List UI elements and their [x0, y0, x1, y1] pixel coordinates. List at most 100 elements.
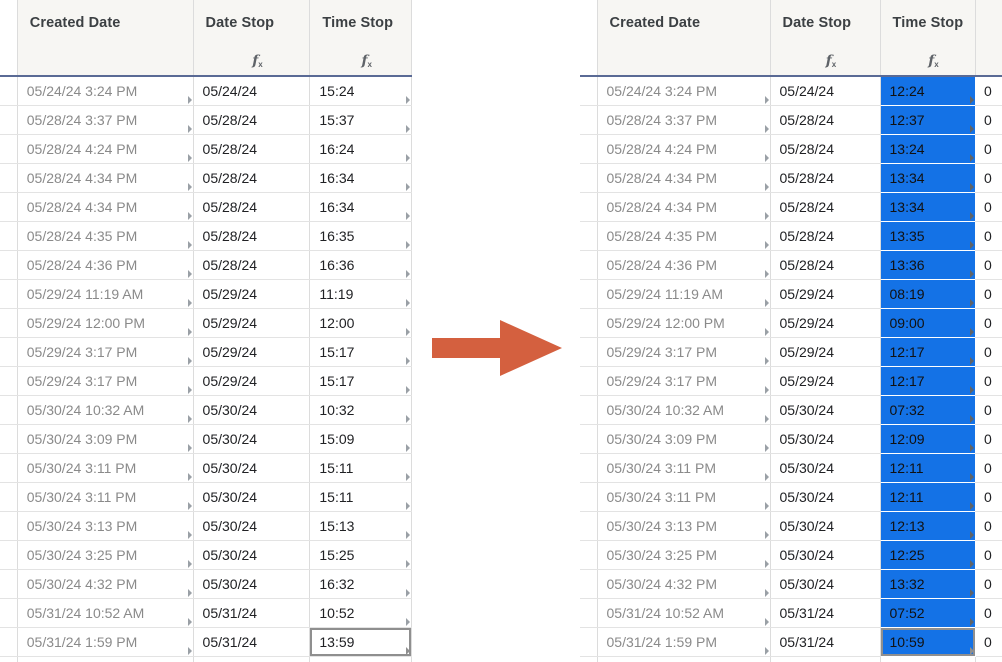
- table-row[interactable]: 05/29/24 3:17 PM 05/29/24 12:17 0: [580, 337, 1002, 367]
- cell-time-stop[interactable]: 16:35: [309, 221, 412, 251]
- cell-time-stop[interactable]: 15:17: [309, 366, 412, 396]
- table-row[interactable]: 05/30/24 3:09 PM 05/30/24 15:09: [0, 424, 412, 454]
- left-fx-cell-date-stop[interactable]: fx: [193, 46, 311, 77]
- row-gutter-cell[interactable]: [0, 337, 18, 367]
- cell-time-stop[interactable]: 12:17: [880, 366, 975, 396]
- cell-created-date[interactable]: 05/28/24 4:35 PM: [597, 221, 771, 251]
- cell-created-date[interactable]: 05/31/24 1:59 PM: [597, 627, 771, 657]
- row-gutter-cell[interactable]: [580, 598, 598, 628]
- cell-time-stop[interactable]: 15:37: [309, 105, 412, 135]
- cell-partial-next-column[interactable]: 0: [975, 627, 1002, 657]
- empty-cell[interactable]: [880, 656, 976, 662]
- cell-created-date[interactable]: 05/28/24 3:37 PM: [17, 105, 194, 135]
- table-row[interactable]: 05/28/24 4:36 PM 05/28/24 16:36: [0, 250, 412, 280]
- cell-created-date[interactable]: 05/28/24 4:24 PM: [17, 134, 194, 164]
- cell-time-stop[interactable]: 16:34: [309, 192, 412, 222]
- cell-time-stop[interactable]: 15:25: [309, 540, 412, 570]
- cell-partial-next-column[interactable]: 0: [975, 105, 1002, 135]
- table-row[interactable]: 05/28/24 4:36 PM 05/28/24 13:36 0: [580, 250, 1002, 280]
- left-fx-cell-time-stop[interactable]: fx: [309, 46, 412, 77]
- table-row[interactable]: 05/29/24 12:00 PM 05/29/24 09:00 0: [580, 308, 1002, 338]
- cell-time-stop[interactable]: 16:34: [309, 163, 412, 193]
- cell-time-stop[interactable]: 12:37: [880, 105, 975, 135]
- cell-time-stop[interactable]: 12:09: [880, 424, 975, 454]
- cell-date-stop[interactable]: 05/28/24: [193, 221, 311, 251]
- cell-time-stop[interactable]: 08:19: [880, 279, 975, 309]
- row-gutter-cell[interactable]: [0, 395, 18, 425]
- cell-date-stop[interactable]: 05/30/24: [193, 540, 311, 570]
- table-row-empty[interactable]: [0, 656, 412, 662]
- cell-created-date[interactable]: 05/30/24 10:32 AM: [17, 395, 194, 425]
- cell-created-date[interactable]: 05/28/24 4:34 PM: [17, 163, 194, 193]
- table-row[interactable]: 05/24/24 3:24 PM 05/24/24 15:24: [0, 76, 412, 106]
- cell-time-stop[interactable]: 15:17: [309, 337, 412, 367]
- cell-partial-next-column[interactable]: 0: [975, 569, 1002, 599]
- cell-created-date[interactable]: 05/30/24 4:32 PM: [17, 569, 194, 599]
- table-row[interactable]: 05/30/24 3:11 PM 05/30/24 12:11 0: [580, 482, 1002, 512]
- cell-time-stop[interactable]: 09:00: [880, 308, 975, 338]
- table-row[interactable]: 05/28/24 4:34 PM 05/28/24 13:34 0: [580, 192, 1002, 222]
- table-row[interactable]: 05/31/24 10:52 AM 05/31/24 07:52 0: [580, 598, 1002, 628]
- row-gutter-cell[interactable]: [0, 511, 18, 541]
- cell-date-stop[interactable]: 05/28/24: [193, 134, 311, 164]
- cell-date-stop[interactable]: 05/31/24: [193, 598, 311, 628]
- cell-created-date[interactable]: 05/29/24 3:17 PM: [597, 366, 771, 396]
- cell-time-stop[interactable]: 07:32: [880, 395, 975, 425]
- table-row[interactable]: 05/28/24 3:37 PM 05/28/24 12:37 0: [580, 105, 1002, 135]
- table-row[interactable]: 05/24/24 3:24 PM 05/24/24 12:24 0: [580, 76, 1002, 106]
- cell-partial-next-column[interactable]: 0: [975, 76, 1002, 106]
- cell-time-stop-selected[interactable]: 10:59: [880, 627, 975, 657]
- cell-created-date[interactable]: 05/29/24 3:17 PM: [597, 337, 771, 367]
- row-gutter-cell[interactable]: [580, 163, 598, 193]
- table-row[interactable]: 05/30/24 3:11 PM 05/30/24 15:11: [0, 482, 412, 512]
- row-gutter-cell[interactable]: [580, 308, 598, 338]
- cell-created-date[interactable]: 05/30/24 3:11 PM: [17, 453, 194, 483]
- cell-date-stop[interactable]: 05/30/24: [770, 540, 881, 570]
- right-column-header-partial[interactable]: [975, 0, 1002, 46]
- row-gutter-cell[interactable]: [0, 105, 18, 135]
- right-column-header-created-date[interactable]: Created Date: [597, 0, 771, 46]
- table-row[interactable]: 05/30/24 3:25 PM 05/30/24 12:25 0: [580, 540, 1002, 570]
- table-row[interactable]: 05/28/24 4:35 PM 05/28/24 13:35 0: [580, 221, 1002, 251]
- row-gutter-cell[interactable]: [0, 627, 18, 657]
- cell-date-stop[interactable]: 05/29/24: [193, 366, 311, 396]
- cell-date-stop[interactable]: 05/29/24: [770, 279, 881, 309]
- right-fx-cell-date-stop[interactable]: fx: [770, 46, 881, 77]
- cell-date-stop[interactable]: 05/31/24: [770, 627, 881, 657]
- cell-time-stop[interactable]: 12:00: [309, 308, 412, 338]
- row-gutter-cell[interactable]: [580, 569, 598, 599]
- cell-date-stop[interactable]: 05/30/24: [770, 424, 881, 454]
- cell-created-date[interactable]: 05/28/24 4:36 PM: [597, 250, 771, 280]
- cell-time-stop[interactable]: 13:34: [880, 163, 975, 193]
- row-gutter-cell[interactable]: [0, 250, 18, 280]
- table-row[interactable]: 05/29/24 3:17 PM 05/29/24 15:17: [0, 366, 412, 396]
- empty-cell[interactable]: [309, 656, 412, 662]
- row-gutter-cell[interactable]: [580, 511, 598, 541]
- table-row[interactable]: 05/29/24 3:17 PM 05/29/24 12:17 0: [580, 366, 1002, 396]
- row-gutter-cell[interactable]: [580, 453, 598, 483]
- cell-time-stop[interactable]: 10:32: [309, 395, 412, 425]
- cell-created-date[interactable]: 05/29/24 3:17 PM: [17, 337, 194, 367]
- empty-cell[interactable]: [17, 656, 194, 662]
- cell-time-stop[interactable]: 15:24: [309, 76, 412, 106]
- cell-created-date[interactable]: 05/30/24 3:25 PM: [17, 540, 194, 570]
- empty-cell[interactable]: [580, 656, 598, 662]
- table-row[interactable]: 05/31/24 1:59 PM 05/31/24 10:59 0: [580, 627, 1002, 657]
- cell-created-date[interactable]: 05/30/24 3:11 PM: [17, 482, 194, 512]
- cell-partial-next-column[interactable]: 0: [975, 424, 1002, 454]
- cell-date-stop[interactable]: 05/31/24: [770, 598, 881, 628]
- cell-date-stop[interactable]: 05/29/24: [193, 337, 311, 367]
- row-gutter-cell[interactable]: [580, 76, 598, 106]
- table-row[interactable]: 05/31/24 10:52 AM 05/31/24 10:52: [0, 598, 412, 628]
- cell-time-stop[interactable]: 13:35: [880, 221, 975, 251]
- row-gutter-cell[interactable]: [0, 453, 18, 483]
- cell-partial-next-column[interactable]: 0: [975, 279, 1002, 309]
- table-row[interactable]: 05/28/24 4:35 PM 05/28/24 16:35: [0, 221, 412, 251]
- table-row[interactable]: 05/28/24 4:24 PM 05/28/24 13:24 0: [580, 134, 1002, 164]
- table-row[interactable]: 05/28/24 4:24 PM 05/28/24 16:24: [0, 134, 412, 164]
- cell-time-stop[interactable]: 15:13: [309, 511, 412, 541]
- row-gutter-cell[interactable]: [0, 308, 18, 338]
- cell-created-date[interactable]: 05/30/24 3:09 PM: [597, 424, 771, 454]
- table-row[interactable]: 05/30/24 10:32 AM 05/30/24 07:32 0: [580, 395, 1002, 425]
- cell-date-stop[interactable]: 05/28/24: [770, 192, 881, 222]
